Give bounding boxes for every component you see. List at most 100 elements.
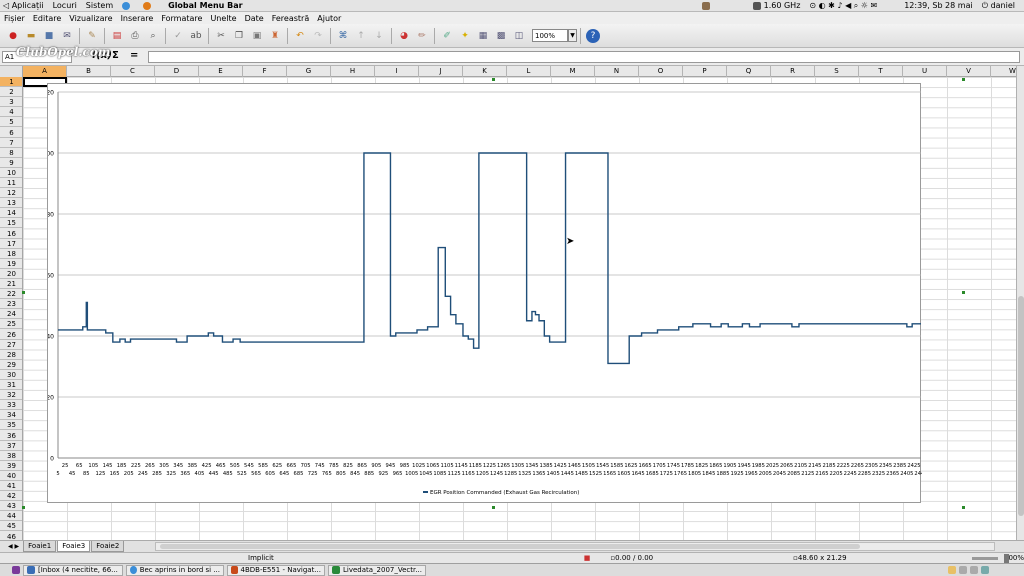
vertical-scrollbar[interactable] — [1016, 66, 1024, 540]
menu-tools[interactable]: Unelte — [210, 14, 236, 23]
task-thunderbird[interactable]: [Inbox (4 necitite, 66... — [23, 564, 123, 576]
row-header-12[interactable]: 12 — [0, 188, 22, 199]
column-header-k[interactable]: K — [463, 66, 507, 77]
column-header-u[interactable]: U — [903, 66, 947, 77]
row-header-4[interactable]: 4 — [0, 107, 22, 118]
menu-file[interactable]: Fișier — [4, 14, 25, 23]
row-header-3[interactable]: 3 — [0, 97, 22, 108]
undo-icon[interactable]: ↶ — [293, 29, 307, 43]
workspace-icon[interactable] — [970, 566, 978, 574]
task-file-browser[interactable]: 4BDB-E551 - Navigat... — [227, 564, 325, 576]
system-menu[interactable]: Sistem — [86, 1, 113, 10]
edit-file-icon[interactable]: ✎ — [85, 29, 99, 43]
row-header-39[interactable]: 39 — [0, 461, 22, 471]
row-header-14[interactable]: 14 — [0, 208, 22, 219]
row-header-45[interactable]: 45 — [0, 521, 22, 532]
row-header-29[interactable]: 29 — [0, 360, 22, 370]
menu-data[interactable]: Date — [245, 14, 264, 23]
row-header-46[interactable]: 46 — [0, 532, 22, 541]
row-header-10[interactable]: 10 — [0, 168, 22, 178]
copy-icon[interactable]: ❐ — [232, 29, 246, 43]
chart-selection-handle[interactable] — [492, 78, 495, 81]
row-header-25[interactable]: 25 — [0, 319, 22, 330]
places-menu[interactable]: Locuri — [53, 1, 77, 10]
column-header-d[interactable]: D — [155, 66, 199, 77]
workspace-switcher-icon[interactable] — [948, 566, 956, 574]
column-header-q[interactable]: Q — [727, 66, 771, 77]
task-calc[interactable]: Livedata_2007_Vectr... — [328, 564, 426, 576]
row-header-31[interactable]: 31 — [0, 380, 22, 390]
row-header-38[interactable]: 38 — [0, 451, 22, 461]
export-pdf-icon[interactable]: ▤ — [110, 29, 124, 43]
row-header-11[interactable]: 11 — [0, 178, 22, 188]
hyperlink-icon[interactable]: ⌘ — [336, 29, 350, 43]
task-chrome[interactable]: Bec aprins in bord si ... — [126, 564, 224, 576]
scrollbar-thumb[interactable] — [1018, 296, 1024, 516]
row-header-5[interactable]: 5 — [0, 117, 22, 128]
cut-icon[interactable]: ✂ — [214, 29, 228, 43]
workspace-icon[interactable] — [959, 566, 967, 574]
column-header-i[interactable]: I — [375, 66, 419, 77]
row-header-43[interactable]: 43 — [0, 501, 22, 512]
sheet-tab-foaie3[interactable]: Foaie3 — [57, 541, 91, 552]
zoom-combobox[interactable]: 100% — [532, 29, 568, 42]
row-header-20[interactable]: 20 — [0, 269, 22, 279]
row-header-9[interactable]: 9 — [0, 158, 22, 168]
clone-format-icon[interactable]: ♜ — [268, 29, 282, 43]
column-header-f[interactable]: F — [243, 66, 287, 77]
menu-insert[interactable]: Inserare — [121, 14, 154, 23]
column-header-n[interactable]: N — [595, 66, 639, 77]
tab-nav-arrows[interactable]: ◀ ▶ — [8, 543, 19, 550]
menu-edit[interactable]: Editare — [33, 14, 61, 23]
row-header-27[interactable]: 27 — [0, 340, 22, 350]
menu-format[interactable]: Formatare — [161, 14, 202, 23]
chart-selection-handle[interactable] — [22, 506, 25, 509]
scrollbar-thumb[interactable] — [160, 544, 861, 549]
row-header-1[interactable]: 1 — [0, 77, 22, 87]
select-all-corner[interactable] — [0, 66, 23, 77]
tray-icons[interactable]: ⊙ ◐ ✱ ♪ ◀ ⌕ ☼ ✉ — [809, 1, 877, 11]
equals-icon[interactable]: = — [130, 50, 138, 61]
row-header-34[interactable]: 34 — [0, 410, 22, 421]
menu-window[interactable]: Fereastră — [272, 14, 310, 23]
row-header-16[interactable]: 16 — [0, 229, 22, 239]
row-header-30[interactable]: 30 — [0, 370, 22, 380]
row-header-22[interactable]: 22 — [0, 289, 22, 300]
applications-menu[interactable]: ◁ Aplicații — [3, 1, 44, 10]
row-header-35[interactable]: 35 — [0, 420, 22, 431]
row-header-42[interactable]: 42 — [0, 491, 22, 502]
row-header-40[interactable]: 40 — [0, 471, 22, 481]
sheet-tab-foaie2[interactable]: Foaie2 — [91, 541, 125, 552]
clock[interactable]: 12:39, Sb 28 mai — [904, 1, 972, 10]
row-header-15[interactable]: 15 — [0, 218, 22, 229]
data-sources-icon[interactable]: ◫ — [512, 29, 526, 43]
chart-selection-handle[interactable] — [22, 291, 25, 294]
row-header-8[interactable]: 8 — [0, 148, 22, 158]
chart-selection-handle[interactable] — [962, 291, 965, 294]
row-header-6[interactable]: 6 — [0, 128, 22, 138]
print-preview-icon[interactable]: ⌕ — [146, 29, 160, 43]
row-header-2[interactable]: 2 — [0, 87, 22, 98]
redo-icon[interactable]: ↷ — [311, 29, 325, 43]
row-header-36[interactable]: 36 — [0, 431, 22, 441]
chart-selection-handle[interactable] — [962, 78, 965, 81]
row-header-33[interactable]: 33 — [0, 400, 22, 411]
show-draw-icon[interactable]: ✐ — [440, 29, 454, 43]
column-header-v[interactable]: V — [947, 66, 991, 77]
column-header-j[interactable]: J — [419, 66, 463, 77]
open-folder-icon[interactable]: ▬ — [24, 29, 38, 43]
user-menu[interactable]: ⏻ daniel — [982, 1, 1015, 11]
menu-help[interactable]: Ajutor — [317, 14, 341, 23]
column-header-a[interactable]: A — [23, 66, 67, 77]
zoom-slider-thumb[interactable] — [1003, 553, 1009, 563]
row-header-18[interactable]: 18 — [0, 249, 22, 259]
column-header-h[interactable]: H — [331, 66, 375, 77]
row-header-32[interactable]: 32 — [0, 390, 22, 401]
sum-icon[interactable]: Σ — [112, 50, 119, 61]
chart-selection-handle[interactable] — [962, 506, 965, 509]
menu-view[interactable]: Vizualizare — [69, 14, 112, 23]
row-header-44[interactable]: 44 — [0, 511, 22, 522]
find-replace-icon[interactable]: ✦ — [458, 29, 472, 43]
navigator-icon[interactable]: ▦ — [476, 29, 490, 43]
autospell-icon[interactable]: ab — [189, 29, 203, 43]
